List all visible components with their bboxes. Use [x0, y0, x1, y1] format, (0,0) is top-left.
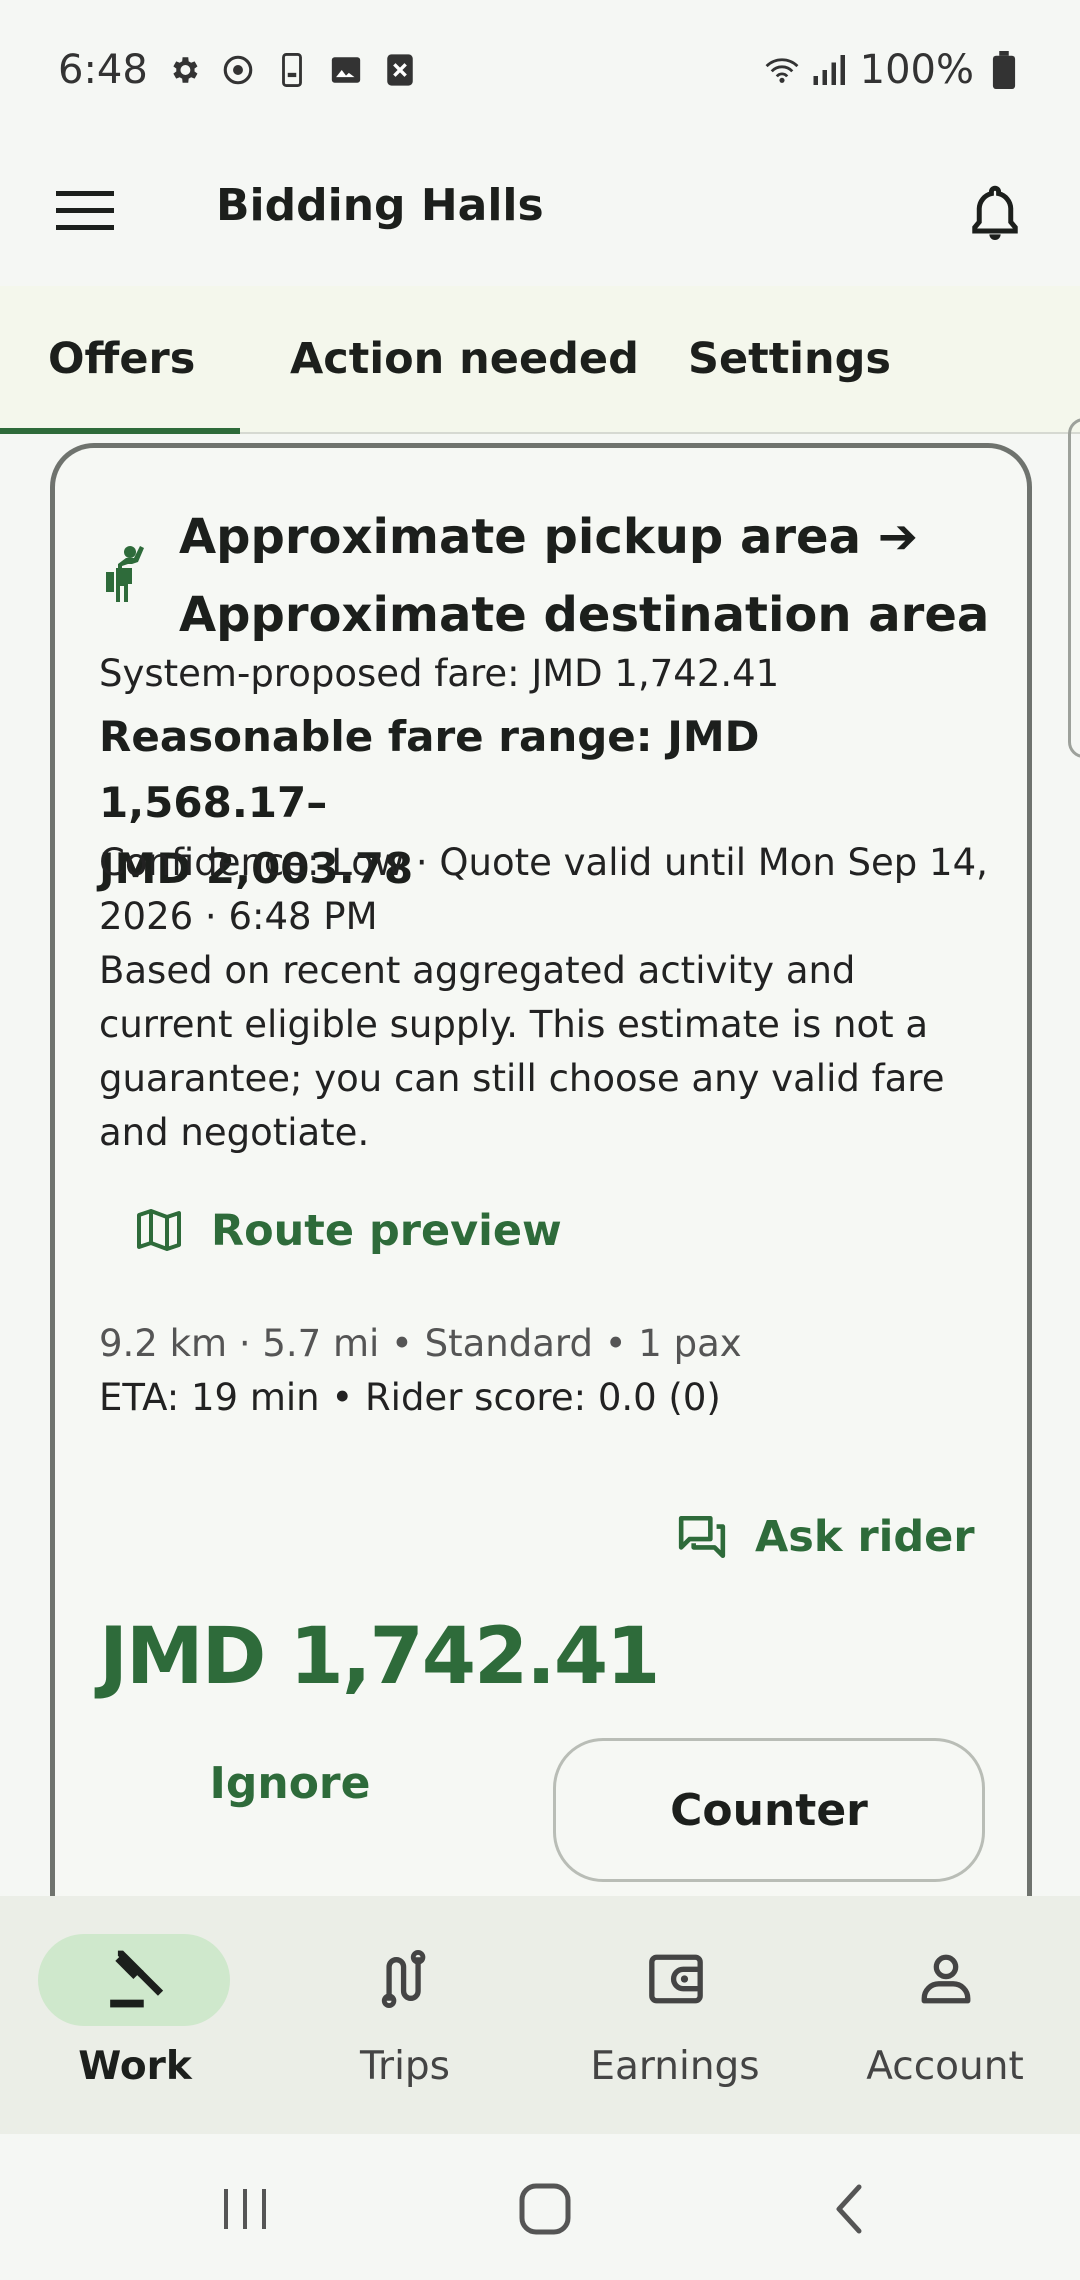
confidence-line1: Confidence: Low · Quote valid until Mon …	[99, 841, 988, 884]
recent-apps-button[interactable]	[210, 2174, 280, 2244]
recent-apps-icon	[224, 2189, 266, 2229]
chat-icon	[678, 1515, 726, 1559]
status-bar-right: 100%	[764, 47, 1022, 93]
hamburger-menu-icon	[56, 191, 114, 230]
nav-item-account[interactable]: Account	[810, 1896, 1080, 2134]
nav-label-work: Work	[78, 2044, 192, 2089]
nav-label-trips: Trips	[359, 2044, 451, 2089]
image-icon	[328, 52, 364, 88]
ask-rider-label: Ask rider	[755, 1512, 975, 1562]
confidence-info: Confidence: Low · Quote valid until Mon …	[99, 836, 999, 944]
trip-eta-info: ETA: 19 min • Rider score: 0.0 (0)	[99, 1376, 721, 1419]
app-bar: Bidding Halls	[0, 140, 1080, 286]
menu-button[interactable]	[50, 176, 120, 246]
tab-action-needed[interactable]: Action needed	[290, 334, 639, 384]
gavel-icon	[105, 1948, 167, 2010]
estimate-disclaimer: Based on recent aggregated activity and …	[99, 944, 999, 1160]
sync-icon	[220, 52, 256, 88]
gear-icon	[166, 52, 202, 88]
bell-icon	[972, 185, 1018, 240]
home-icon	[519, 2183, 571, 2235]
battery-percent: 100%	[859, 47, 974, 93]
tab-bar: Offers Action needed Settings	[0, 286, 1080, 434]
offer-price: JMD 1,742.41	[99, 1612, 660, 1702]
offer-title-line2: Approximate destination area	[179, 587, 990, 643]
page-title: Bidding Halls	[216, 180, 544, 231]
nav-label-earnings: Earnings	[590, 2044, 760, 2089]
route-preview-label: Route preview	[211, 1206, 562, 1256]
route-preview-button[interactable]: Route preview	[135, 1196, 562, 1266]
battery-icon	[986, 51, 1022, 89]
tab-offers[interactable]: Offers	[48, 334, 195, 384]
disclaimer-line2: current eligible supply. This estimate i…	[99, 1003, 929, 1046]
bottom-navigation: Work Trips Earnings Account	[0, 1896, 1080, 2134]
nav-item-work[interactable]: Work	[0, 1896, 270, 2134]
wallet-icon	[645, 1948, 707, 2010]
home-button[interactable]	[510, 2174, 580, 2244]
nav-item-earnings[interactable]: Earnings	[540, 1896, 810, 2134]
wifi-icon	[764, 52, 800, 88]
nav-item-trips[interactable]: Trips	[270, 1896, 540, 2134]
offer-title-line1: Approximate pickup area ➔	[179, 509, 918, 565]
next-offer-card-edge[interactable]	[1068, 418, 1080, 758]
phone-icon	[274, 52, 310, 88]
signal-icon	[812, 52, 848, 88]
close-box-icon	[382, 52, 418, 88]
back-button[interactable]	[814, 2174, 884, 2244]
confidence-line2: 2026 · 6:48 PM	[99, 895, 378, 938]
map-icon	[137, 1209, 181, 1251]
nav-label-account: Account	[866, 2044, 1024, 2089]
proposed-fare: System-proposed fare: JMD 1,742.41	[99, 652, 780, 695]
status-bar: 6:48 100%	[0, 0, 1080, 140]
offer-card[interactable]: Approximate pickup area ➔ Approximate de…	[50, 443, 1032, 1903]
status-bar-left: 6:48	[58, 47, 418, 93]
rider-hailing-icon	[106, 546, 144, 602]
trip-distance-info: 9.2 km · 5.7 mi • Standard • 1 pax	[99, 1322, 742, 1365]
ask-rider-button[interactable]: Ask rider	[677, 1502, 975, 1572]
ignore-button[interactable]: Ignore	[175, 1738, 405, 1828]
notifications-button[interactable]	[950, 168, 1040, 258]
route-icon	[375, 1948, 437, 2010]
offer-title: Approximate pickup area ➔ Approximate de…	[179, 498, 1019, 654]
counter-button[interactable]: Counter	[553, 1738, 985, 1882]
disclaimer-line1: Based on recent aggregated activity and	[99, 949, 856, 992]
system-navigation-bar	[0, 2134, 1080, 2280]
disclaimer-line3: guarantee; you can still choose any vali…	[99, 1057, 945, 1100]
back-icon	[836, 2184, 862, 2234]
person-icon	[915, 1948, 977, 2010]
active-tab-indicator	[0, 428, 240, 434]
status-time: 6:48	[58, 47, 148, 93]
disclaimer-line4: and negotiate.	[99, 1111, 370, 1154]
tab-settings[interactable]: Settings	[688, 334, 891, 384]
fare-range-line1: Reasonable fare range: JMD 1,568.17–	[99, 712, 760, 827]
